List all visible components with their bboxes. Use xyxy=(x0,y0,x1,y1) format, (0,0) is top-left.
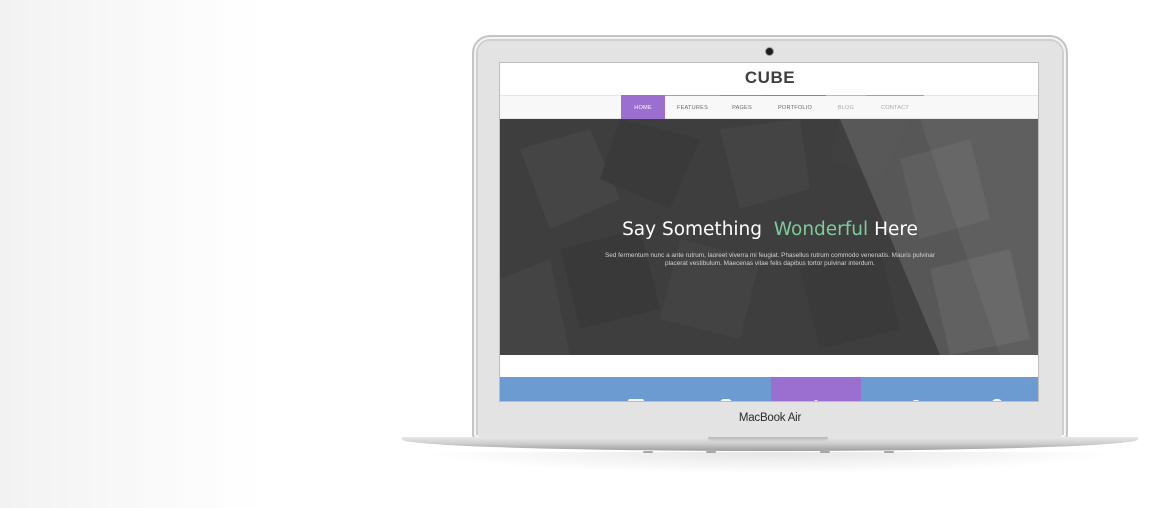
feature-band xyxy=(500,377,1038,402)
laptop-foot-left xyxy=(643,451,653,453)
laptop-foot-mid-left xyxy=(706,451,716,453)
feature-icon-6 xyxy=(992,399,1002,401)
hero-banner: Say Something Wonderful Here Sed ferment… xyxy=(500,119,1038,355)
site-header: CUBE xyxy=(500,63,1038,95)
hero-title-part2: Here xyxy=(874,219,918,240)
hero-subtitle-line1: Sed fermentum nunc a ante rutrum, laoree… xyxy=(605,252,935,259)
hero-subtitle-line2: placerat vestibulum. Maecenas vitae feli… xyxy=(665,260,875,267)
site-logo[interactable]: CUBE xyxy=(500,68,1038,88)
hero-title-accent: Wonderful xyxy=(773,219,869,240)
nav-item-features[interactable]: FEATURES xyxy=(665,95,720,119)
site-nav: HOME FEATURES PAGES PORTFOLIO BLOG CONTA… xyxy=(500,95,1038,119)
nav-item-portfolio[interactable]: PORTFOLIO xyxy=(764,95,826,119)
laptop-foot-right xyxy=(884,451,894,453)
feature-icon-5 xyxy=(912,400,920,401)
laptop-screen: CUBE HOME FEATURES PAGES PORTFOLIO BLOG … xyxy=(499,62,1039,402)
feature-icon-1 xyxy=(544,401,548,402)
hero-title: Say Something Wonderful Here xyxy=(500,219,1038,240)
feature-icon-2 xyxy=(628,399,644,401)
laptop-base-notch xyxy=(708,437,828,442)
feature-icon-3 xyxy=(720,399,732,401)
section-divider xyxy=(500,355,1038,377)
hero-title-part1: Say Something xyxy=(622,219,763,240)
hero-subtitle: Sed fermentum nunc a ante rutrum, laoree… xyxy=(595,252,945,268)
laptop-shadow xyxy=(420,452,1120,474)
nav-item-contact[interactable]: CONTACT xyxy=(866,95,924,119)
feature-band-highlight xyxy=(771,377,861,401)
nav-item-home[interactable]: HOME xyxy=(621,95,665,119)
page-stage: CUBE HOME FEATURES PAGES PORTFOLIO BLOG … xyxy=(0,0,1170,508)
camera-icon xyxy=(766,48,773,55)
feature-icon-4 xyxy=(814,400,818,401)
nav-item-blog[interactable]: BLOG xyxy=(826,95,866,119)
nav-item-pages[interactable]: PAGES xyxy=(720,95,764,119)
laptop-foot-mid-right xyxy=(820,451,830,453)
device-brand-label: MacBook Air xyxy=(738,412,802,424)
